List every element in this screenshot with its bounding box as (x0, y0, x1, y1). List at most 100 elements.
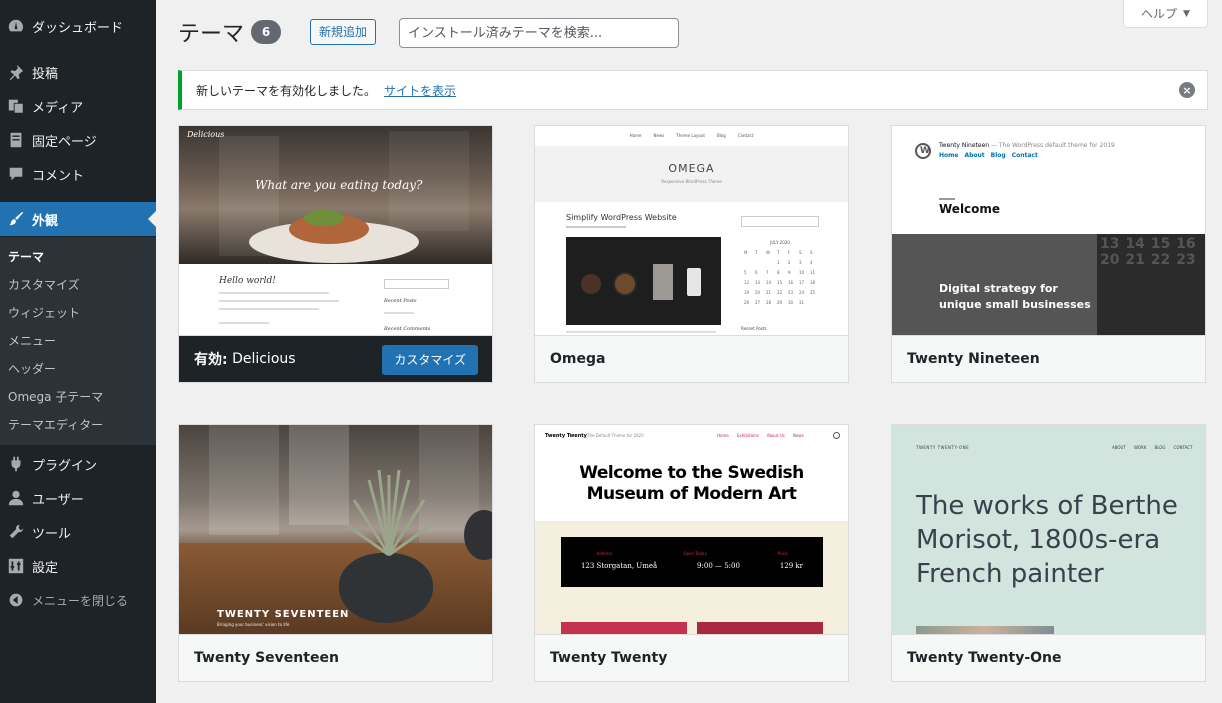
sidebar-item-plugins[interactable]: プラグイン (0, 447, 156, 481)
submenu-item-customize[interactable]: カスタマイズ (8, 275, 80, 295)
nineteen-site-title: Twenty Nineteen — The WordPress default … (939, 142, 1115, 149)
page-icon (0, 131, 32, 149)
omega-post-title: Simplify WordPress Website (566, 213, 677, 222)
svg-text:8: 8 (777, 270, 780, 275)
theme-card-omega[interactable]: Home News Theme Layout Blog Contact OMEG… (534, 125, 849, 383)
collapse-menu-button[interactable]: メニューを閉じる (0, 583, 156, 617)
theme-card-twenty-seventeen[interactable]: TWENTY SEVENTEEN Bringing your business'… (178, 424, 493, 682)
submenu-item-theme-editor[interactable]: テーマエディター (8, 415, 103, 435)
page-title: テーマ (178, 22, 245, 47)
nineteen-tagline: — The WordPress default theme for 2019 (991, 142, 1115, 149)
pushpin-icon (0, 63, 32, 81)
search-icon (833, 432, 840, 439)
twentyone-site-title: TWENTY TWENTY-ONE (916, 445, 970, 450)
svg-text:13: 13 (755, 280, 761, 285)
settings-icon (0, 557, 32, 575)
submenu-item-header[interactable]: ヘッダー (8, 359, 56, 379)
plugin-icon (0, 455, 32, 473)
twenty-site-title: Twenty Twenty (545, 433, 587, 439)
twentyone-heading-line: Morisot, 1800s-era (916, 525, 1161, 555)
info-label: Price (777, 551, 788, 556)
sidebar-item-label: メディア (32, 100, 84, 116)
submenu-item-themes[interactable]: テーマ (8, 247, 44, 267)
svg-text:T: T (754, 250, 758, 255)
svg-text:T: T (776, 250, 780, 255)
theme-card-twenty-twenty[interactable]: Twenty Twenty The Default Theme for 2020… (534, 424, 849, 682)
sidebar-item-label: コメント (32, 168, 85, 184)
sidebar-item-appearance[interactable]: 外観 (0, 202, 156, 236)
nineteen-hero-line2: unique small businesses (939, 298, 1091, 311)
twenty-heading-line1: Welcome to the Swedish (579, 463, 804, 483)
svg-text:25: 25 (810, 290, 816, 295)
theme-name: Twenty Twenty-One (907, 650, 1062, 666)
theme-screenshot: TWENTY TWENTY-ONE ABOUT WORK BLOG CONTAC… (892, 425, 1205, 634)
user-icon (0, 489, 32, 507)
theme-name: Omega (550, 351, 606, 367)
calendar-number: 23 (1176, 252, 1196, 268)
media-icon (0, 97, 32, 115)
customize-button[interactable]: カスタマイズ (382, 345, 478, 375)
omega-title: OMEGA (668, 162, 715, 175)
sidebar-item-label: ユーザー (32, 492, 84, 508)
collapse-arrow-icon (0, 592, 32, 608)
theme-name-bar: Twenty Twenty-One (892, 634, 1205, 681)
add-new-theme-button[interactable]: 新規追加 (310, 19, 377, 45)
theme-screenshot: TWENTY SEVENTEEN Bringing your business'… (179, 425, 492, 634)
omega-nav-item: Contact (737, 132, 754, 138)
submenu-item-menus[interactable]: メニュー (8, 331, 56, 351)
theme-name-bar: Twenty Seventeen (179, 634, 492, 681)
omega-subtitle: Responsive WordPress Theme (661, 179, 722, 184)
twentyone-nav-item: WORK (1133, 445, 1147, 450)
svg-text:10: 10 (799, 270, 805, 275)
theme-card-twenty-nineteen[interactable]: W Twenty Nineteen — The WordPress defaul… (891, 125, 1206, 383)
omega-calendar-title: JULY 2020 (770, 240, 790, 245)
sidebar-item-tools[interactable]: ツール (0, 515, 156, 549)
calendar-number: 21 (1125, 252, 1145, 268)
omega-recent-posts: Recent Posts (741, 326, 767, 331)
submenu-item-child-theme[interactable]: Omega 子テーマ (8, 387, 103, 407)
twenty-nav: Home Exhibitions About Us News (717, 433, 804, 438)
submenu-item-widgets[interactable]: ウィジェット (8, 303, 80, 323)
svg-text:28: 28 (766, 300, 772, 305)
theme-card-delicious[interactable]: Delicious What are you eating today? Hel… (178, 125, 493, 383)
omega-nav-item: News (653, 132, 665, 138)
svg-text:3: 3 (799, 260, 802, 265)
sidebar-item-users[interactable]: ユーザー (0, 481, 156, 515)
theme-search-input[interactable] (399, 18, 679, 48)
twentyone-nav-item: CONTACT (1173, 445, 1193, 450)
dismiss-notice-icon[interactable]: × (1179, 82, 1195, 98)
nineteen-nav: Home About Blog Contact (939, 152, 1038, 159)
twentyone-nav-item: ABOUT (1112, 445, 1126, 450)
svg-text:15: 15 (777, 280, 783, 285)
svg-text:26: 26 (744, 300, 750, 305)
sidebar-item-posts[interactable]: 投稿 (0, 55, 156, 89)
theme-name: Delicious (232, 351, 296, 367)
appearance-submenu: テーマ カスタマイズ ウィジェット メニュー ヘッダー Omega 子テーマ テ… (0, 237, 156, 445)
view-site-link[interactable]: サイトを表示 (384, 82, 456, 99)
calendar-number: 13 (1100, 236, 1120, 252)
sidebar-item-dashboard[interactable]: ダッシュボード (0, 9, 156, 43)
delicious-widget-recent-posts: Recent Posts (384, 298, 417, 304)
svg-text:23: 23 (788, 290, 794, 295)
svg-text:M: M (744, 250, 748, 255)
svg-text:29: 29 (777, 300, 783, 305)
paintbrush-icon (0, 210, 32, 228)
svg-text:2: 2 (788, 260, 791, 265)
theme-screenshot: Delicious What are you eating today? Hel… (179, 126, 492, 335)
info-value: 129 kr (779, 562, 804, 570)
info-label: Open Today (683, 551, 707, 556)
help-tab-button[interactable]: ヘルプ ▼ (1123, 0, 1208, 28)
sidebar-item-settings[interactable]: 設定 (0, 549, 156, 583)
collapse-menu-label: メニューを閉じる (32, 593, 129, 608)
sidebar-item-media[interactable]: メディア (0, 89, 156, 123)
comment-icon (0, 165, 32, 183)
nineteen-nav-item: Contact (1011, 152, 1038, 159)
theme-screenshot: Twenty Twenty The Default Theme for 2020… (535, 425, 848, 634)
theme-screenshot: Home News Theme Layout Blog Contact OMEG… (535, 126, 848, 335)
theme-name-bar: Twenty Twenty (535, 634, 848, 681)
sidebar-item-pages[interactable]: 固定ページ (0, 123, 156, 157)
sidebar-item-comments[interactable]: コメント (0, 157, 156, 191)
nineteen-calendar-numbers: 13 14 15 16 20 21 22 23 (1100, 236, 1204, 268)
theme-card-twenty-twenty-one[interactable]: TWENTY TWENTY-ONE ABOUT WORK BLOG CONTAC… (891, 424, 1206, 682)
svg-text:F: F (788, 250, 791, 255)
